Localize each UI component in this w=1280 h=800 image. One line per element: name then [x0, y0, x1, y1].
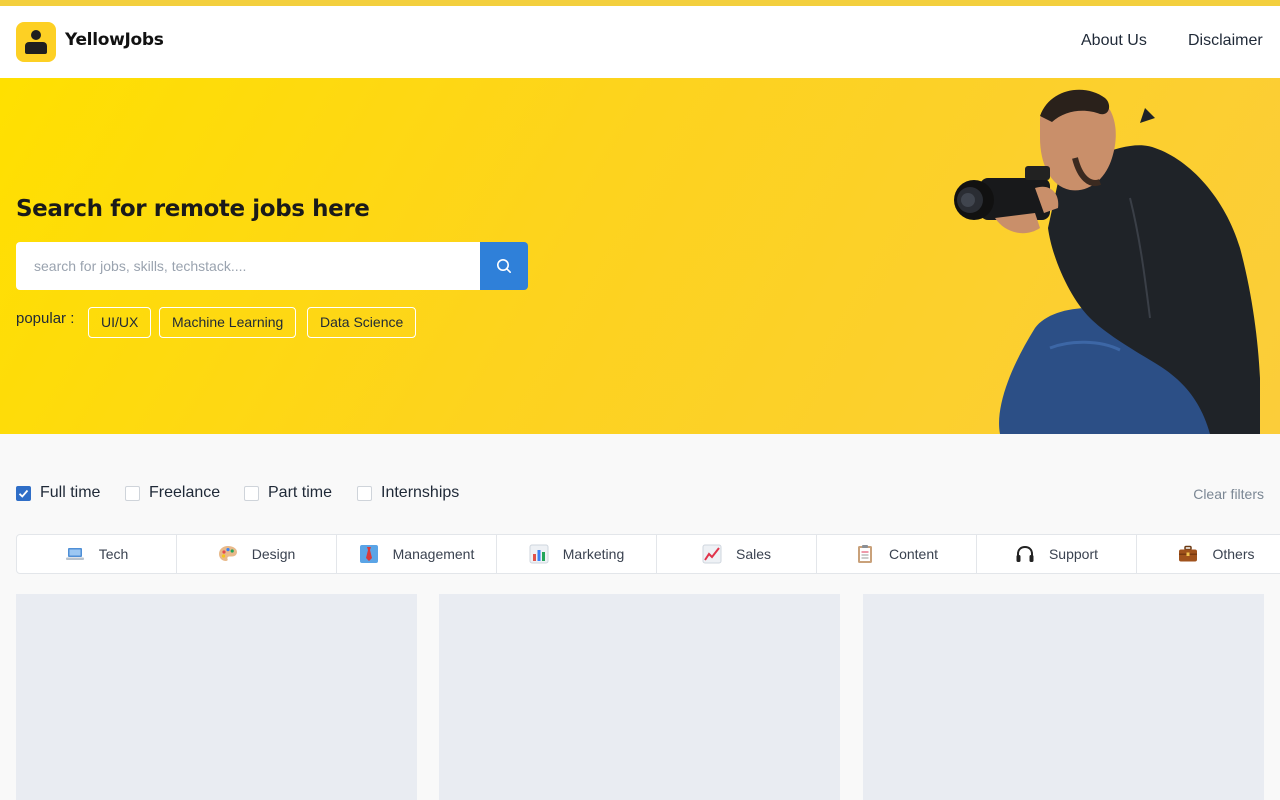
brand-name[interactable]: YellowJobs	[65, 30, 164, 50]
filter-part-time[interactable]: Part time	[244, 484, 332, 502]
checkbox-unchecked[interactable]	[125, 485, 140, 501]
clipboard-icon	[855, 544, 875, 564]
hero-title: Search for remote jobs here	[16, 196, 370, 222]
job-card-placeholder	[439, 594, 840, 800]
laptop-icon	[65, 544, 85, 564]
briefcase-icon	[1178, 544, 1198, 564]
category-label: Others	[1212, 546, 1255, 562]
checkmark-icon	[18, 489, 29, 498]
category-label: Management	[392, 546, 475, 562]
category-tab-support[interactable]: Support	[977, 535, 1137, 573]
category-label: Marketing	[562, 546, 625, 562]
palette-icon	[218, 544, 238, 564]
category-label: Support	[1048, 546, 1099, 562]
popular-tag-uiux[interactable]: UI/UX	[88, 307, 152, 338]
filter-label: Part time	[268, 484, 333, 501]
logo-icon[interactable]	[16, 22, 56, 62]
category-label: Sales	[735, 546, 772, 562]
job-card-placeholder	[863, 594, 1264, 800]
category-label: Design	[251, 546, 296, 562]
trending-chart-icon	[702, 544, 722, 564]
job-type-filters: Full time Freelance Part time Internship…	[16, 484, 1264, 506]
nav-disclaimer-link[interactable]: Disclaimer	[1188, 32, 1263, 50]
bar-chart-icon	[529, 544, 549, 564]
filter-freelance[interactable]: Freelance	[125, 484, 220, 502]
search-icon	[497, 259, 511, 273]
filter-label: Full time	[40, 484, 101, 501]
checkbox-unchecked[interactable]	[244, 485, 259, 501]
category-tab-others[interactable]: Others	[1137, 535, 1280, 573]
category-label: Content	[888, 546, 939, 562]
hero-photographer-image	[954, 89, 1260, 434]
popular-tag-machine-learning[interactable]: Machine Learning	[159, 307, 297, 338]
job-card-placeholder	[16, 594, 417, 800]
necktie-icon	[359, 544, 379, 564]
category-tab-marketing[interactable]: Marketing	[497, 535, 657, 573]
checkbox-unchecked[interactable]	[357, 485, 372, 501]
category-tab-tech[interactable]: Tech	[17, 535, 177, 573]
filter-label: Freelance	[149, 484, 221, 501]
search-button[interactable]	[480, 242, 528, 290]
filter-label: Internships	[381, 484, 460, 501]
filter-internships[interactable]: Internships	[357, 484, 459, 502]
search-input[interactable]	[16, 242, 480, 290]
category-label: Tech	[98, 546, 129, 562]
checkbox-checked[interactable]	[16, 485, 31, 501]
headphones-icon	[1015, 544, 1035, 564]
site-header: YellowJobs About Us Disclaimer	[0, 6, 1280, 78]
popular-label: popular :	[16, 310, 75, 327]
category-tab-sales[interactable]: Sales	[657, 535, 817, 573]
category-tabs: Tech Design Management Marketing Sales C…	[16, 534, 1280, 574]
filter-full-time[interactable]: Full time	[16, 484, 100, 502]
clear-filters-link[interactable]: Clear filters	[1193, 486, 1264, 502]
nav-about-link[interactable]: About Us	[1081, 32, 1147, 50]
category-tab-design[interactable]: Design	[177, 535, 337, 573]
category-tab-content[interactable]: Content	[817, 535, 977, 573]
popular-tag-data-science[interactable]: Data Science	[307, 307, 417, 338]
category-tab-management[interactable]: Management	[337, 535, 497, 573]
hero-banner: Search for remote jobs here popular : UI…	[0, 78, 1280, 434]
